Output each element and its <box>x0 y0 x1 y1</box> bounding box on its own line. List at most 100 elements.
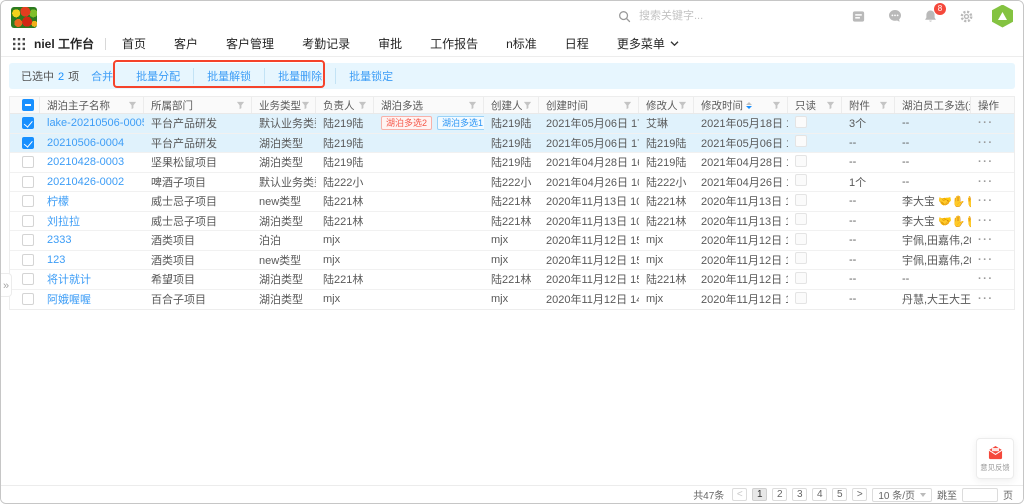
next-page-button[interactable]: > <box>852 488 867 501</box>
readonly-checkbox[interactable] <box>795 116 807 128</box>
column-header[interactable]: 负责人 <box>316 97 374 113</box>
table-row[interactable]: 柠檬威士忌子项目new类型陆221林陆221林2020年11月13日 10:31… <box>10 192 1014 212</box>
table-row[interactable]: 123酒类项目new类型mjxmjx2020年11月12日 15:25mjx20… <box>10 251 1014 271</box>
record-link[interactable]: 20210428-0003 <box>47 156 124 168</box>
sort-icon[interactable] <box>746 102 752 109</box>
column-header[interactable]: 创建人 <box>484 97 539 113</box>
filter-icon[interactable] <box>236 101 245 110</box>
column-header[interactable]: 修改人 <box>639 97 694 113</box>
record-link[interactable]: lake-20210506-0005 <box>47 117 144 129</box>
column-header[interactable]: 修改时间 <box>694 97 788 113</box>
row-checkbox[interactable] <box>22 195 34 207</box>
row-checkbox[interactable] <box>22 234 34 246</box>
row-more-icon[interactable]: ··· <box>978 195 994 207</box>
readonly-checkbox[interactable] <box>795 194 807 206</box>
nav-item[interactable]: 首页 <box>122 35 146 52</box>
global-search[interactable] <box>618 9 755 23</box>
nav-item[interactable]: 审批 <box>378 35 402 52</box>
record-link[interactable]: 柠檬 <box>47 196 69 208</box>
column-header[interactable]: 所属部门 <box>144 97 252 113</box>
table-row[interactable]: 20210506-0004平台产品研发湖泊类型陆219陆陆219陆2021年05… <box>10 134 1014 154</box>
nav-item[interactable]: 客户 <box>174 35 198 52</box>
readonly-checkbox[interactable] <box>795 174 807 186</box>
batch-action-button[interactable]: 批量删除 <box>264 68 335 84</box>
filter-icon[interactable] <box>678 101 687 110</box>
page-button[interactable]: 5 <box>832 488 847 501</box>
workspace-title[interactable]: niel 工作台 <box>34 35 94 52</box>
row-more-icon[interactable]: ··· <box>978 254 994 266</box>
record-link[interactable]: 20210426-0002 <box>47 176 124 188</box>
batch-action-button[interactable]: 批量分配 <box>123 68 193 84</box>
feedback-button[interactable]: 意见反馈 <box>976 438 1014 479</box>
row-more-icon[interactable]: ··· <box>978 273 994 285</box>
messages-icon[interactable] <box>886 8 903 25</box>
filter-icon[interactable] <box>358 101 367 110</box>
column-header[interactable]: 湖泊多选 <box>374 97 484 113</box>
table-row[interactable]: 将计就计希望项目湖泊类型陆221林陆221林2020年11月12日 15:15陆… <box>10 270 1014 290</box>
app-logo[interactable] <box>11 7 37 28</box>
page-size-select[interactable]: 10 条/页 <box>872 488 932 502</box>
settings-gear-icon[interactable] <box>958 8 975 25</box>
table-row[interactable]: lake-20210506-0005平台产品研发默认业务类型陆219陆湖泊多选2… <box>10 114 1014 134</box>
more-menu[interactable]: 更多菜单 <box>617 35 679 52</box>
page-button[interactable]: 1 <box>752 488 767 501</box>
row-checkbox[interactable] <box>22 273 34 285</box>
table-row[interactable]: 20210426-0002啤酒子项目默认业务类型陆222小陆222小2021年0… <box>10 173 1014 193</box>
row-more-icon[interactable]: ··· <box>978 176 994 188</box>
readonly-checkbox[interactable] <box>795 155 807 167</box>
row-checkbox[interactable] <box>22 254 34 266</box>
row-checkbox[interactable] <box>22 137 34 149</box>
readonly-checkbox[interactable] <box>795 135 807 147</box>
record-link[interactable]: 将计就计 <box>47 274 91 286</box>
notifications-icon[interactable]: 8 <box>922 8 939 25</box>
column-header[interactable]: 创建时间 <box>539 97 639 113</box>
readonly-checkbox[interactable] <box>795 233 807 245</box>
row-checkbox[interactable] <box>22 215 34 227</box>
nav-item[interactable]: 考勤记录 <box>302 35 350 52</box>
prev-page-button[interactable]: < <box>732 488 747 501</box>
row-more-icon[interactable]: ··· <box>978 234 994 246</box>
column-header[interactable]: 湖泊主子名称 <box>40 97 144 113</box>
row-checkbox[interactable] <box>22 117 34 129</box>
table-row[interactable]: 2333酒类项目泊泊mjxmjx2020年11月12日 15:25mjx2020… <box>10 231 1014 251</box>
filter-icon[interactable] <box>468 101 477 110</box>
nav-item[interactable]: 日程 <box>565 35 589 52</box>
apps-grid-icon[interactable] <box>13 38 25 50</box>
column-header[interactable]: 附件 <box>842 97 895 113</box>
row-more-icon[interactable]: ··· <box>978 156 994 168</box>
row-checkbox[interactable] <box>22 156 34 168</box>
search-input[interactable] <box>637 9 755 23</box>
filter-icon[interactable] <box>772 101 781 110</box>
batch-action-button[interactable]: 批量解锁 <box>193 68 264 84</box>
table-row[interactable]: 阿娥喔喔百合子项目湖泊类型mjxmjx2020年11月12日 14:38mjx2… <box>10 290 1014 310</box>
column-header[interactable]: 只读 <box>788 97 842 113</box>
page-button[interactable]: 4 <box>812 488 827 501</box>
readonly-checkbox[interactable] <box>795 252 807 264</box>
record-link[interactable]: 阿娥喔喔 <box>47 294 91 306</box>
row-checkbox[interactable] <box>22 293 34 305</box>
batch-action-button[interactable]: 批量锁定 <box>335 68 406 84</box>
filter-icon[interactable] <box>623 101 632 110</box>
nav-item[interactable]: 客户管理 <box>226 35 274 52</box>
sidebar-expand-handle[interactable]: » <box>1 273 12 297</box>
readonly-checkbox[interactable] <box>795 272 807 284</box>
column-header[interactable]: 业务类型 <box>252 97 316 113</box>
filter-icon[interactable] <box>826 101 835 110</box>
workbench-icon[interactable] <box>850 8 867 25</box>
table-row[interactable]: 20210428-0003坚果松鼠项目湖泊类型陆219陆陆219陆2021年04… <box>10 153 1014 173</box>
record-link[interactable]: 2333 <box>47 234 71 246</box>
row-more-icon[interactable]: ··· <box>978 215 994 227</box>
filter-icon[interactable] <box>879 101 888 110</box>
table-row[interactable]: 刘拉拉威士忌子项目湖泊类型陆221林陆221林2020年11月13日 10:30… <box>10 212 1014 232</box>
nav-item[interactable]: 工作报告 <box>430 35 478 52</box>
row-more-icon[interactable]: ··· <box>978 293 994 305</box>
merge-button[interactable]: 合并 <box>91 68 113 84</box>
record-link[interactable]: 20210506-0004 <box>47 137 124 149</box>
readonly-checkbox[interactable] <box>795 213 807 225</box>
row-more-icon[interactable]: ··· <box>978 137 994 149</box>
filter-icon[interactable] <box>301 101 310 110</box>
record-link[interactable]: 刘拉拉 <box>47 216 80 228</box>
avatar[interactable] <box>992 5 1013 28</box>
record-link[interactable]: 123 <box>47 254 65 266</box>
select-all-checkbox[interactable] <box>22 99 34 111</box>
